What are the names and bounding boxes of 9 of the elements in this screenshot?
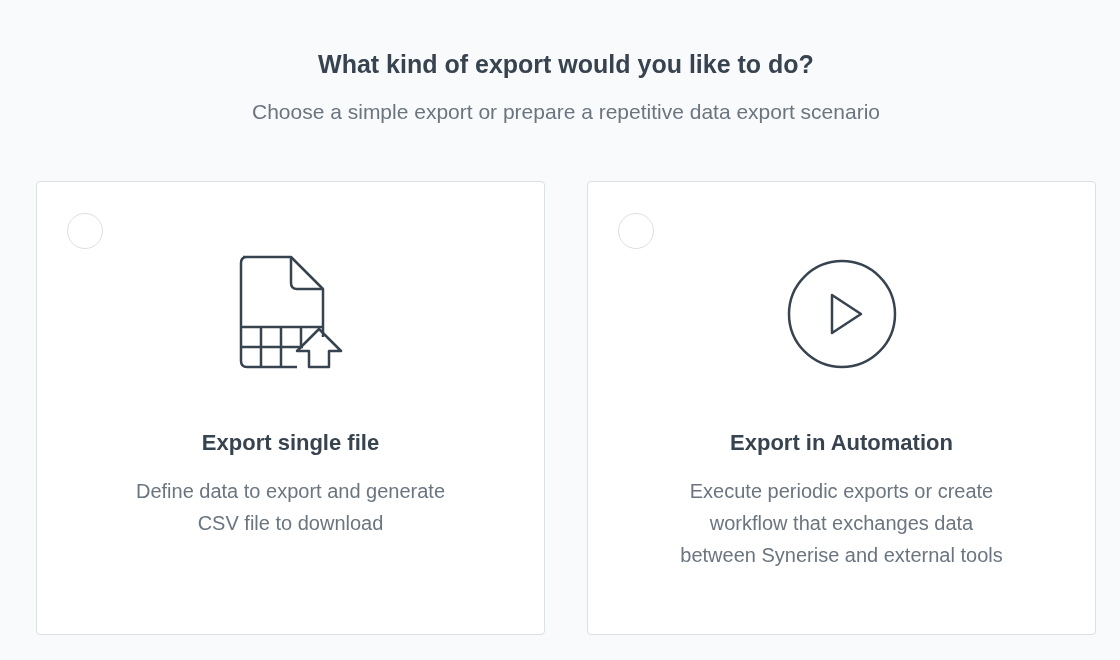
option-description: Define data to export and generate CSV file to download — [134, 479, 447, 536]
option-description: Execute periodic exports or create workflow that exchanges data between Synerise and external tools — [679, 479, 1004, 568]
page-subheading: Choose a simple export or prepare a repetitive data export scenario — [251, 98, 881, 125]
option-title: Export in Automation — [730, 429, 953, 457]
option-card[interactable]: Export single file Define data to export and generate CSV file to download — [36, 181, 545, 635]
option-title: Export single file — [201, 429, 380, 457]
option-card[interactable]: Export in Automation Execute periodic exports or create workflow that exchanges data between Synerise and external tools — [587, 181, 1096, 635]
page-heading: What kind of export would you like to do? — [317, 49, 815, 80]
play-icon — [785, 258, 898, 370]
